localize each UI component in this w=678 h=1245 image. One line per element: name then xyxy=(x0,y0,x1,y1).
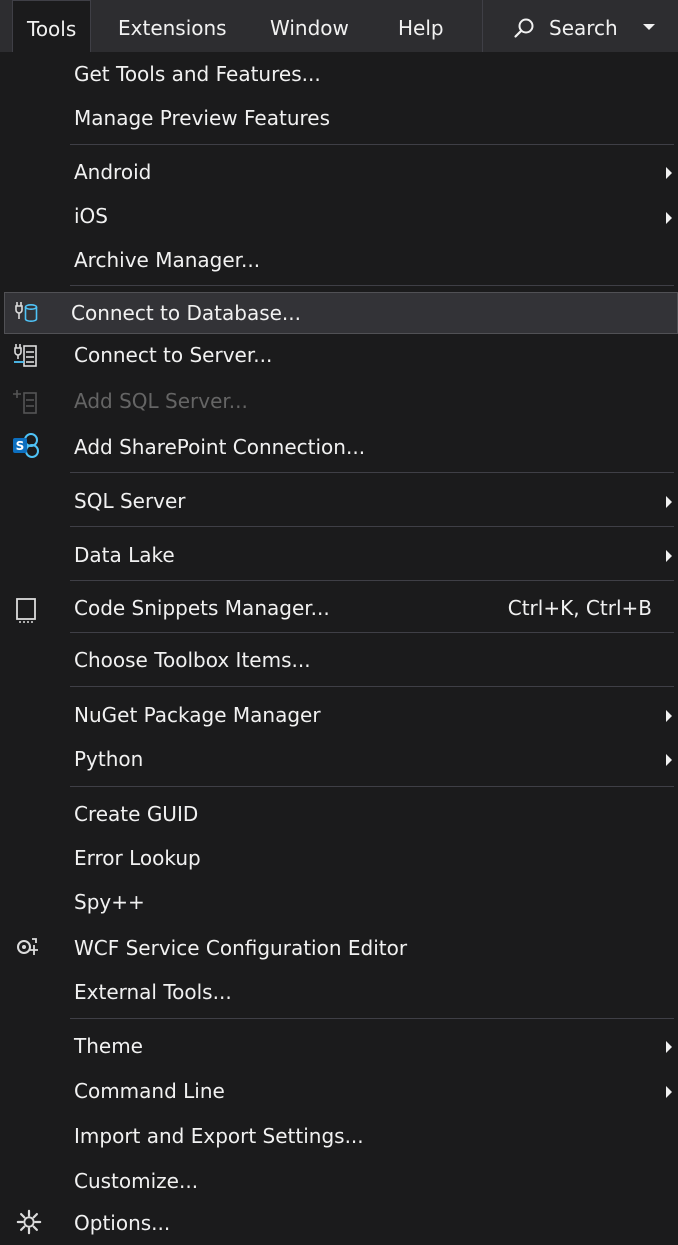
menu-item-label: Python xyxy=(74,747,144,771)
server-plug-icon xyxy=(14,344,37,367)
menu-item-add-sharepoint[interactable]: S Add SharePoint Connection... xyxy=(4,426,678,472)
menu-separator xyxy=(70,580,674,581)
menu-item-label: Choose Toolbox Items... xyxy=(74,648,311,672)
menu-item-error-lookup[interactable]: Error Lookup xyxy=(4,837,678,882)
menu-item-connect-database[interactable]: Connect to Database... xyxy=(4,292,678,334)
menubar-extensions[interactable]: Extensions xyxy=(104,0,241,52)
menu-item-choose-toolbox[interactable]: Choose Toolbox Items... xyxy=(4,638,678,686)
menu-item-label: SQL Server xyxy=(74,489,186,513)
add-sql-server-icon xyxy=(13,390,37,414)
menu-item-import-export[interactable]: Import and Export Settings... xyxy=(4,1116,678,1162)
menu-item-ios[interactable]: iOS xyxy=(4,195,678,240)
menu-item-spy[interactable]: Spy++ xyxy=(4,882,678,927)
menu-item-label: Data Lake xyxy=(74,543,175,567)
menu-separator xyxy=(70,632,674,633)
menu-item-label: Error Lookup xyxy=(74,846,201,870)
menu-item-archive-manager[interactable]: Archive Manager... xyxy=(4,240,678,284)
menu-separator xyxy=(70,472,674,473)
menu-item-label: iOS xyxy=(74,204,108,228)
gear-icon xyxy=(16,1209,42,1235)
menu-item-options[interactable]: Options... xyxy=(4,1202,678,1245)
chevron-right-icon xyxy=(666,550,672,562)
menu-item-label: Code Snippets Manager... xyxy=(74,596,330,620)
chevron-right-icon xyxy=(666,1041,672,1053)
menu-item-get-tools[interactable]: Get Tools and Features... xyxy=(4,52,678,98)
menu-bar: Tools Extensions Window Help Search xyxy=(0,0,678,53)
database-plug-icon xyxy=(15,302,38,322)
menu-item-label: Connect to Database... xyxy=(71,301,301,325)
menu-item-shortcut: Ctrl+K, Ctrl+B xyxy=(507,596,652,620)
menu-item-add-sql-server: Add SQL Server... xyxy=(4,380,678,426)
menu-separator xyxy=(70,786,674,787)
chevron-right-icon xyxy=(666,212,672,224)
chevron-down-icon xyxy=(643,24,655,30)
menu-item-nuget[interactable]: NuGet Package Manager xyxy=(4,692,678,738)
wcf-config-icon xyxy=(17,938,38,955)
code-snippets-icon xyxy=(16,598,36,623)
chevron-right-icon xyxy=(666,1086,672,1098)
menu-item-label: WCF Service Configuration Editor xyxy=(74,936,408,960)
menu-item-data-lake[interactable]: Data Lake xyxy=(4,532,678,580)
menu-item-label: Command Line xyxy=(74,1079,225,1103)
menu-item-label: Add SharePoint Connection... xyxy=(74,435,366,459)
menu-item-label: Import and Export Settings... xyxy=(74,1124,364,1148)
chevron-right-icon xyxy=(666,710,672,722)
menu-item-label: Android xyxy=(74,160,152,184)
menu-item-manage-preview[interactable]: Manage Preview Features xyxy=(4,98,678,144)
menu-item-label: Manage Preview Features xyxy=(74,106,331,130)
menu-item-wcf-editor[interactable]: WCF Service Configuration Editor xyxy=(4,927,678,972)
menu-item-python[interactable]: Python xyxy=(4,738,678,784)
menu-item-command-line[interactable]: Command Line xyxy=(4,1070,678,1116)
menu-item-label: Customize... xyxy=(74,1169,199,1193)
tools-dropdown-menu: Get Tools and Features... Manage Preview… xyxy=(0,52,678,1245)
menu-item-label: NuGet Package Manager xyxy=(74,703,321,727)
menu-separator xyxy=(70,526,674,527)
menu-item-create-guid[interactable]: Create GUID xyxy=(4,792,678,837)
menu-item-sql-server[interactable]: SQL Server xyxy=(4,478,678,526)
chevron-right-icon xyxy=(666,167,672,179)
chevron-right-icon xyxy=(666,754,672,766)
menubar-tools[interactable]: Tools xyxy=(12,0,92,53)
chevron-right-icon xyxy=(666,496,672,508)
search-label: Search xyxy=(549,16,618,40)
menu-separator xyxy=(70,686,674,687)
menu-item-label: Options... xyxy=(74,1211,171,1235)
menu-item-external-tools[interactable]: External Tools... xyxy=(4,972,678,1017)
menu-item-label: Add SQL Server... xyxy=(74,389,248,413)
menubar-window[interactable]: Window xyxy=(256,0,363,52)
menu-item-label: Theme xyxy=(74,1034,143,1058)
menu-item-label: Spy++ xyxy=(74,890,145,914)
sharepoint-icon: S xyxy=(13,433,39,458)
search-icon xyxy=(514,18,534,38)
menu-item-android[interactable]: Android xyxy=(4,150,678,195)
menu-separator xyxy=(70,144,674,145)
menu-item-label: Get Tools and Features... xyxy=(74,62,321,86)
menu-separator xyxy=(70,285,674,286)
menu-item-code-snippets[interactable]: Code Snippets Manager... Ctrl+K, Ctrl+B xyxy=(4,586,678,632)
menu-item-theme[interactable]: Theme xyxy=(4,1024,678,1070)
menu-separator xyxy=(70,1018,674,1019)
menu-item-label: Connect to Server... xyxy=(74,343,273,367)
vs-tools-menu-screen: Tools Extensions Window Help Search Get … xyxy=(0,0,678,1245)
svg-text:S: S xyxy=(16,439,25,453)
menubar-help[interactable]: Help xyxy=(384,0,458,52)
menu-item-label: External Tools... xyxy=(74,980,232,1004)
menu-item-connect-server[interactable]: Connect to Server... xyxy=(4,334,678,380)
search-button[interactable]: Search xyxy=(482,0,666,52)
menu-item-label: Create GUID xyxy=(74,802,199,826)
menu-item-label: Archive Manager... xyxy=(74,248,261,272)
